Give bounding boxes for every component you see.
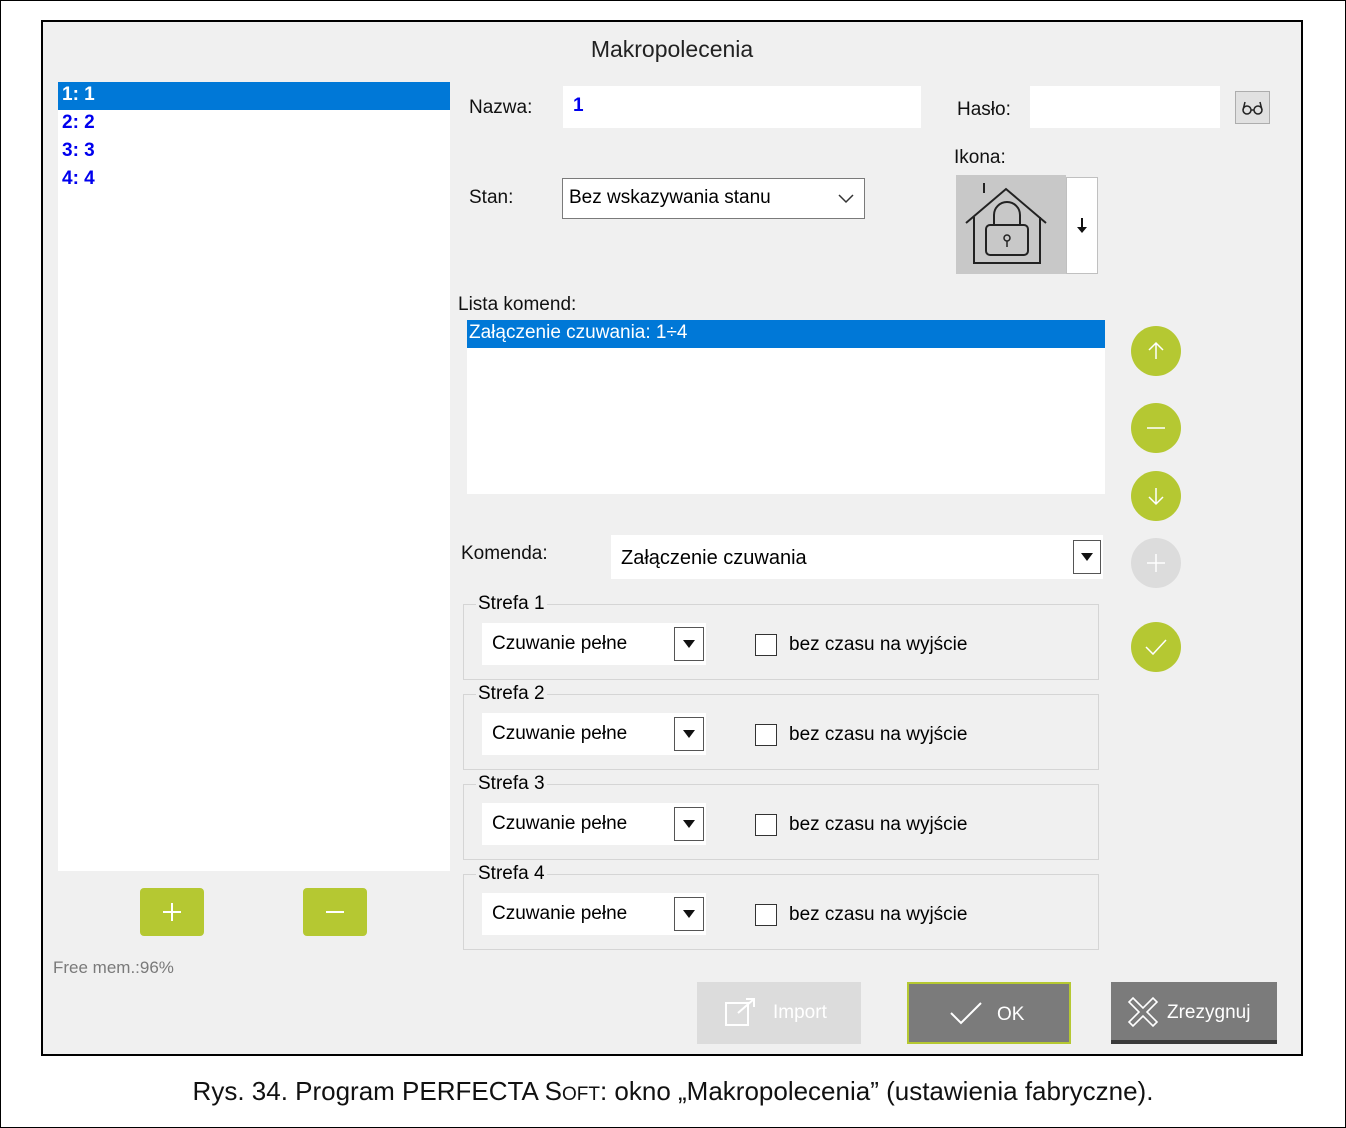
add-command-button[interactable] xyxy=(1131,538,1181,588)
glasses-icon xyxy=(1242,101,1263,115)
dialog-title: Makropolecenia xyxy=(590,36,754,62)
import-button[interactable]: Import xyxy=(697,982,861,1044)
caret-down-icon xyxy=(683,910,695,918)
no-exit-delay-label: bez czasu na wyjście xyxy=(789,904,968,925)
house-lock-icon xyxy=(965,183,1047,264)
state-select[interactable]: Bez wskazywania stanu xyxy=(562,178,865,219)
state-value: Bez wskazywania stanu xyxy=(569,187,771,208)
plus-icon xyxy=(163,903,181,921)
zone-mode-select[interactable]: Czuwanie pełne xyxy=(482,803,706,845)
zone-mode-select[interactable]: Czuwanie pełne xyxy=(482,713,706,755)
check-icon xyxy=(1145,639,1167,656)
zone-group: Strefa 4 Czuwanie pełne bez czasu na wyjśc… xyxy=(463,863,1099,950)
check-icon xyxy=(950,1002,982,1025)
no-exit-delay-label: bez czasu na wyjście xyxy=(789,814,968,835)
zone-group: Strefa 2 Czuwanie pełne bez czasu na wyjśc… xyxy=(463,683,1099,770)
cross-icon xyxy=(1127,996,1159,1028)
zone-mode-dropdown-button[interactable] xyxy=(674,897,704,931)
caption-small-caps: OFT xyxy=(561,1084,600,1105)
minus-icon xyxy=(1147,427,1165,429)
zone-mode-value: Czuwanie pełne xyxy=(492,723,628,744)
zone-mode-value: Czuwanie pełne xyxy=(492,903,628,924)
move-up-button[interactable] xyxy=(1131,326,1181,376)
zone-mode-dropdown-button[interactable] xyxy=(674,627,704,661)
zone-mode-select[interactable]: Czuwanie pełne xyxy=(482,893,706,935)
no-exit-delay-label: bez czasu na wyjście xyxy=(789,634,968,655)
command-list[interactable]: Załączenie czuwania: 1÷4 xyxy=(467,320,1105,494)
remove-macro-button[interactable] xyxy=(303,888,367,936)
macro-dialog: Makropolecenia 1: 1 2: 2 3: 3 4: 4 Free … xyxy=(41,20,1303,1056)
zone-mode-value: Czuwanie pełne xyxy=(492,813,628,834)
zone-mode-select[interactable]: Czuwanie pełne xyxy=(482,623,706,665)
ok-button[interactable]: OK xyxy=(907,982,1071,1044)
name-field[interactable]: 1 xyxy=(563,86,921,128)
add-macro-button[interactable] xyxy=(140,888,204,936)
apply-command-button[interactable] xyxy=(1131,622,1181,672)
cancel-label: Zrezygnuj xyxy=(1167,1002,1251,1023)
zone-mode-value: Czuwanie pełne xyxy=(492,633,628,654)
icon-label: Ikona: xyxy=(954,147,1006,168)
name-label: Nazwa: xyxy=(469,97,533,118)
zone-title: Strefa 4 xyxy=(476,863,547,885)
down-arrow-icon xyxy=(1148,488,1164,506)
zone-mode-dropdown-button[interactable] xyxy=(674,717,704,751)
caret-down-icon xyxy=(683,820,695,828)
plus-icon xyxy=(1147,554,1165,572)
minus-icon xyxy=(326,911,344,913)
macro-list-item[interactable]: 2: 2 xyxy=(58,110,450,138)
caption-suffix: : okno „Makropolecenia” (ustawienia fabr… xyxy=(599,1076,1154,1106)
macro-list-item[interactable]: 4: 4 xyxy=(58,166,450,194)
chevron-down-icon xyxy=(838,194,854,204)
arrow-down-icon xyxy=(1077,218,1087,233)
zone-group: Strefa 1 Czuwanie pełne bez czasu na wyjśc… xyxy=(463,593,1099,680)
no-exit-delay-label: bez czasu na wyjście xyxy=(789,724,968,745)
zone-mode-dropdown-button[interactable] xyxy=(674,807,704,841)
move-down-button[interactable] xyxy=(1131,471,1181,521)
macro-list-item[interactable]: 1: 1 xyxy=(58,82,450,110)
icon-picker-button[interactable] xyxy=(1066,177,1098,274)
no-exit-delay-checkbox[interactable] xyxy=(755,634,777,656)
free-memory-label: Free mem.:96% xyxy=(53,958,174,977)
command-dropdown-button[interactable] xyxy=(1073,540,1101,574)
command-label: Komenda: xyxy=(461,543,548,564)
zone-title: Strefa 2 xyxy=(476,683,547,705)
figure-caption: Rys. 34. Program PERFECTA SOFT: okno „Ma… xyxy=(0,1076,1346,1107)
no-exit-delay-checkbox[interactable] xyxy=(755,724,777,746)
icon-preview[interactable] xyxy=(956,175,1066,274)
no-exit-delay-checkbox[interactable] xyxy=(755,904,777,926)
macro-list-item[interactable]: 3: 3 xyxy=(58,138,450,166)
ok-label: OK xyxy=(997,1004,1025,1025)
zone-title: Strefa 1 xyxy=(476,593,547,615)
command-list-item[interactable]: Załączenie czuwania: 1÷4 xyxy=(467,320,1105,348)
caret-down-icon xyxy=(683,730,695,738)
command-select[interactable]: Załączenie czuwania xyxy=(611,535,1103,579)
show-password-button[interactable] xyxy=(1235,91,1270,124)
cancel-button[interactable]: Zrezygnuj xyxy=(1111,982,1277,1044)
no-exit-delay-checkbox[interactable] xyxy=(755,814,777,836)
caret-down-icon xyxy=(683,640,695,648)
caption-prefix: Rys. 34. Program PERFECTA S xyxy=(192,1076,562,1106)
import-icon xyxy=(725,998,755,1026)
command-value: Załączenie czuwania xyxy=(621,547,807,569)
command-list-label: Lista komend: xyxy=(458,294,577,315)
macro-list[interactable]: 1: 1 2: 2 3: 3 4: 4 xyxy=(58,82,450,871)
remove-command-button[interactable] xyxy=(1131,403,1181,453)
password-label: Hasło: xyxy=(957,99,1011,120)
caret-down-icon xyxy=(1081,553,1093,561)
import-label: Import xyxy=(773,1002,827,1023)
up-arrow-icon xyxy=(1148,341,1164,359)
zone-title: Strefa 3 xyxy=(476,773,547,795)
password-field[interactable] xyxy=(1030,86,1220,128)
zone-group: Strefa 3 Czuwanie pełne bez czasu na wyjśc… xyxy=(463,773,1099,860)
state-label: Stan: xyxy=(469,187,514,208)
name-value: 1 xyxy=(573,95,584,116)
